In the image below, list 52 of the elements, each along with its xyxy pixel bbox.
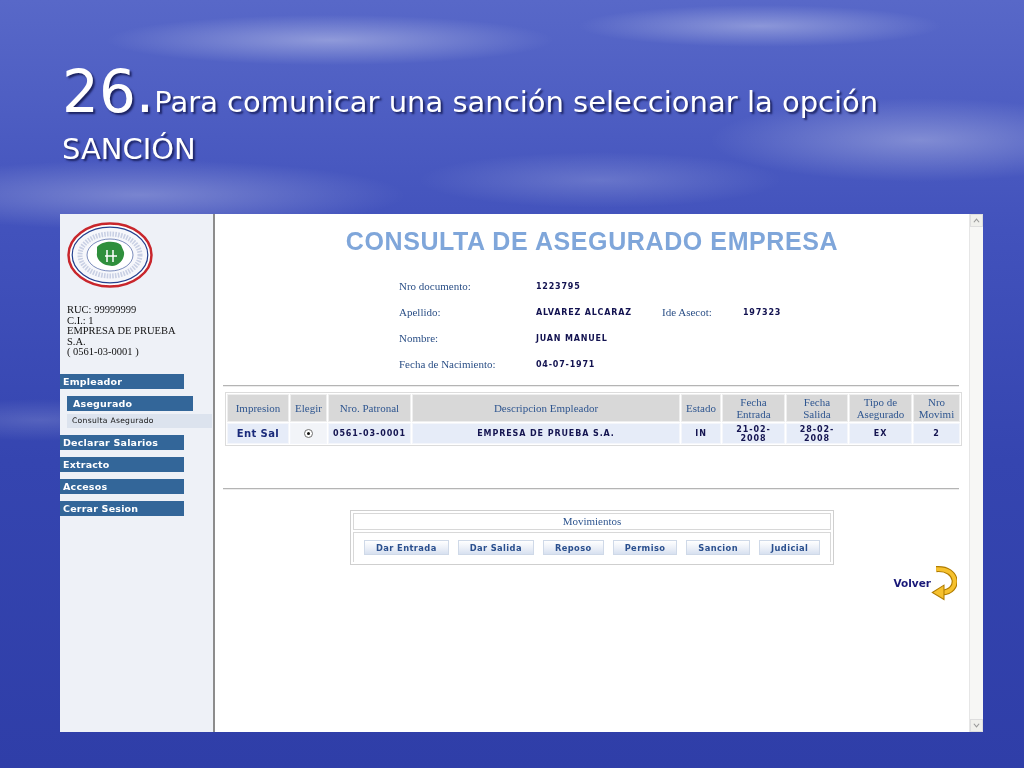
field-label: Ide Asecot:	[662, 306, 712, 318]
ci-text: C.I.: 1	[67, 315, 95, 326]
field-value: 1223795	[536, 281, 581, 291]
page-title: CONSULTA DE ASEGURADO EMPRESA	[344, 226, 840, 256]
table-cell: 28-02-2008	[786, 423, 848, 444]
column-header: Tipo de Asegurado	[849, 394, 912, 422]
back-link[interactable]: Volver	[893, 565, 957, 601]
column-header: Elegir	[290, 394, 327, 422]
table-cell: 2	[913, 423, 960, 444]
menu-item[interactable]: Extracto	[60, 456, 184, 472]
movement-button[interactable]: Judicial	[759, 540, 821, 555]
menu-item[interactable]: Cerrar Sesion	[60, 500, 184, 516]
table-cell: 21-02-2008	[722, 423, 785, 444]
menu-item[interactable]: Declarar Salarios	[60, 434, 184, 450]
movement-button[interactable]: Reposo	[542, 540, 604, 555]
menu-item[interactable]: Empleador	[60, 373, 184, 389]
table-cell: 0561-03-0001	[328, 423, 411, 444]
column-header: Descripcion Empleador	[412, 394, 680, 422]
patronal-number: ( 0561-03-0001 )	[67, 347, 140, 358]
ruc-text: RUC: 99999999	[67, 305, 138, 316]
field-value: 04-07-1971	[536, 359, 596, 369]
movement-button[interactable]: Dar Salida	[457, 540, 534, 555]
field-label: Apellido:	[399, 306, 441, 318]
field-value: 197323	[743, 307, 782, 317]
column-header: Estado	[681, 394, 721, 422]
movement-button[interactable]: Dar Entrada	[364, 540, 449, 555]
column-header: Impresion	[227, 394, 289, 422]
table-cell: IN	[681, 423, 721, 444]
field-label: Fecha de Nacimiento:	[399, 358, 496, 370]
scroll-up-button[interactable]	[970, 214, 983, 227]
column-header: Nro Movimi	[913, 394, 960, 422]
movement-button[interactable]: Permiso	[612, 540, 678, 555]
table-cell: EX	[849, 423, 912, 444]
column-header: Fecha Salida	[786, 394, 848, 422]
field-label: Nombre:	[399, 332, 439, 344]
table-link[interactable]: Ent Sal	[227, 423, 289, 444]
column-header: Nro. Patronal	[328, 394, 411, 422]
column-header: Fecha Entrada	[722, 394, 785, 422]
movement-button[interactable]: Sancion	[686, 540, 750, 555]
table-cell: EMPRESA DE PRUEBA S.A.	[412, 423, 680, 444]
scrollbar[interactable]	[969, 214, 983, 732]
curved-arrow-icon	[931, 565, 957, 601]
submenu-item[interactable]: Asegurado	[67, 395, 193, 411]
scroll-down-button[interactable]	[970, 719, 983, 732]
menu-item[interactable]: Accesos	[60, 478, 184, 494]
slide-title: 26.Para comunicar una sanción seleccionar la opción SANCIÓN	[62, 69, 880, 168]
field-label: Nro documento:	[399, 280, 471, 292]
panel-header: Movimientos	[353, 513, 831, 530]
radio-button[interactable]	[304, 429, 313, 438]
field-value: JUAN MANUEL	[536, 333, 608, 343]
company-name: EMPRESA DE PRUEBA S.A.	[67, 326, 177, 347]
field-value: ALVAREZ ALCARAZ	[536, 307, 632, 317]
